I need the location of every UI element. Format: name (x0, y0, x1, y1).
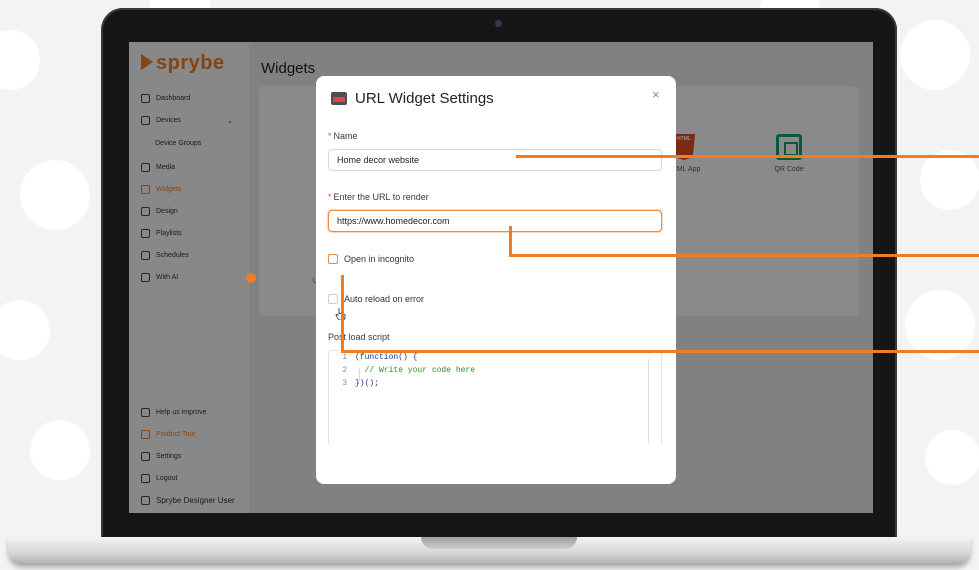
close-button[interactable]: × (652, 88, 660, 101)
url-widget-settings-modal: URL Widget Settings × *Name *Enter the U… (316, 76, 676, 484)
callout-line-incognito-vertical (341, 275, 344, 353)
callout-line-incognito (341, 350, 979, 353)
url-label: * Enter the URL to render (328, 192, 429, 202)
laptop-notch (421, 537, 577, 549)
collapse-sidebar-button[interactable] (246, 273, 256, 283)
url-input[interactable] (328, 210, 662, 232)
callout-line-name (516, 155, 979, 158)
name-input[interactable] (328, 149, 662, 171)
modal-header: URL Widget Settings (331, 90, 494, 107)
post-load-script-editor[interactable]: 1 (function() { 2 // Write your code here… (328, 350, 662, 444)
open-incognito-option[interactable]: Open in incognito (328, 254, 414, 264)
code-line: 1 (function() { (342, 353, 418, 362)
callout-line-url-vertical (509, 226, 512, 256)
editor-scrollbar[interactable] (648, 359, 649, 443)
code-line: 3})(); (342, 379, 380, 388)
callout-line-url (509, 254, 979, 257)
code-line: 2 // Write your code here (342, 366, 476, 375)
url-widget-icon (331, 92, 347, 105)
indent-guide (359, 369, 360, 381)
laptop-screen: sprybe Dashboard Devices ⌄ Device Groups … (129, 42, 873, 513)
auto-reload-checkbox[interactable] (328, 294, 338, 304)
modal-title: URL Widget Settings (355, 90, 494, 107)
name-label: * Name (328, 131, 358, 141)
post-load-script-label: Post load script (328, 332, 390, 342)
open-incognito-checkbox[interactable] (328, 254, 338, 264)
webcam-icon (495, 20, 502, 27)
